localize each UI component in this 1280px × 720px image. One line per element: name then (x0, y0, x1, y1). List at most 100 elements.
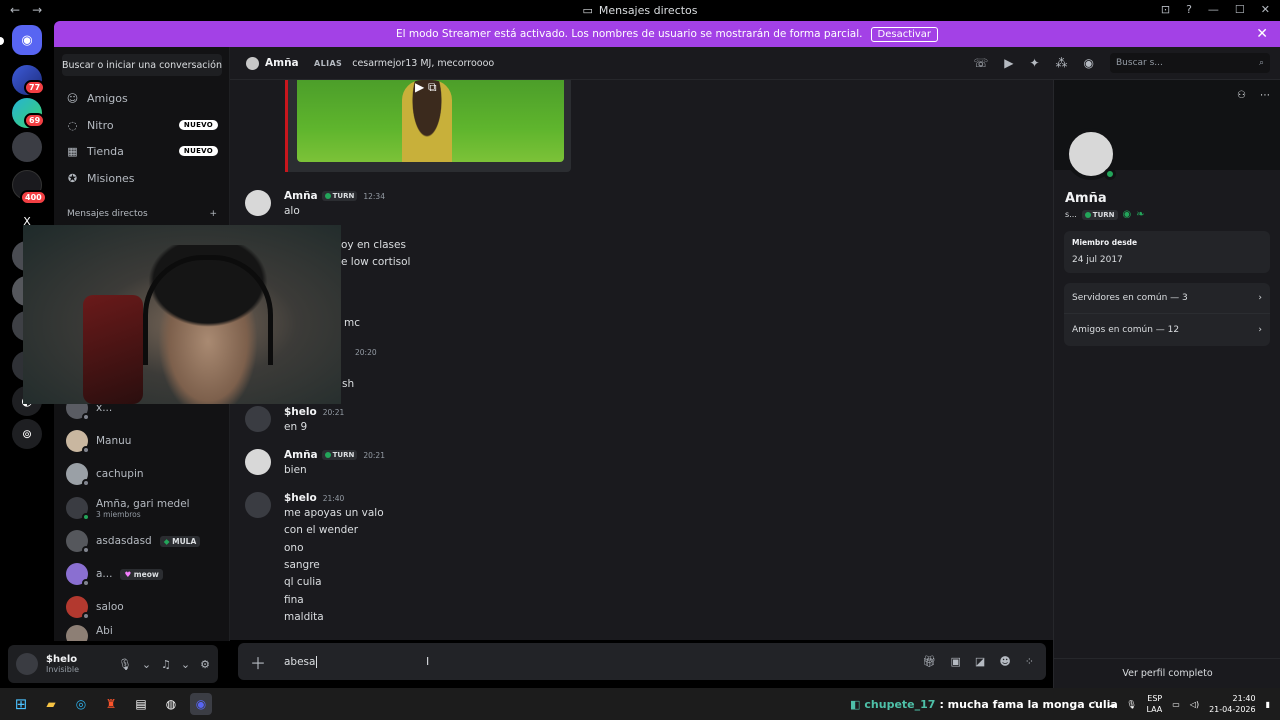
dm-member-count: 3 miembros (96, 509, 141, 519)
edge-browser-icon[interactable]: ◎ (70, 693, 92, 715)
more-options-icon[interactable]: ⋯ (1260, 90, 1270, 101)
settings-gear-icon[interactable]: ⚙ (200, 658, 210, 671)
sidebar-item-label: Amigos (87, 91, 128, 105)
group-avatar (66, 497, 90, 521)
guild-tag: TURN (1081, 209, 1118, 220)
message-composer[interactable]: ＋ abesa I 🎁︎ ▣ ◪ ☻ ⁘ (238, 643, 1046, 680)
brave-browser-icon[interactable]: ♜ (100, 693, 122, 715)
guild-tag: TURN (321, 191, 358, 201)
play-icon[interactable]: ▶ ⧉ (415, 80, 437, 95)
message-text: sh (342, 378, 355, 390)
maximize-button[interactable]: ☐ (1235, 3, 1245, 16)
search-placeholder: Buscar s... (1116, 58, 1163, 68)
user-profile-icon[interactable]: ◉ (1084, 56, 1094, 70)
search-input[interactable]: Buscar s... ⌕ (1110, 53, 1270, 73)
profile-username: s... (1065, 210, 1077, 219)
avatar (66, 530, 90, 554)
headphones-icon[interactable]: ♫ (161, 658, 171, 671)
dm-group-text: Amña, gari medel 3 miembros (96, 498, 190, 519)
emoji-icon[interactable]: ☻ (999, 655, 1010, 668)
notifications-icon[interactable]: ▮ (1266, 700, 1270, 709)
message-author[interactable]: Amña (284, 190, 318, 202)
mutual-servers-row[interactable]: Servidores en común — 3 › (1064, 283, 1270, 313)
taskbar-apps: ⊞ ▰ ◎ ♜ ▤ ◍ ◉ (10, 693, 212, 715)
dm-item-group[interactable]: Amña, gari medel 3 miembros (66, 493, 226, 523)
chevron-down-icon[interactable]: ⌄ (142, 658, 151, 671)
dm-item[interactable]: cachupin (66, 459, 226, 489)
video-call-icon[interactable]: ▶ (1004, 56, 1013, 70)
disable-streamer-button[interactable]: Desactivar (870, 26, 939, 42)
minimize-button[interactable]: — (1208, 3, 1219, 16)
dm-item[interactable]: Manuu (66, 426, 226, 456)
discord-home-icon[interactable]: ◉ (12, 25, 42, 55)
epic-games-icon[interactable]: ▤ (130, 693, 152, 715)
avatar[interactable] (245, 406, 271, 432)
view-full-profile-button[interactable]: Ver perfil completo (1054, 658, 1280, 688)
file-explorer-icon[interactable]: ▰ (40, 693, 62, 715)
avatar[interactable] (245, 492, 271, 518)
user-info[interactable]: $helo Invisible (46, 654, 79, 674)
window-titlebar: ← → ▭ Mensajes directos ⊡ ? — ☐ ✕ (0, 0, 1280, 21)
explore-servers-icon[interactable]: ⊚ (12, 419, 42, 449)
obs-studio-icon[interactable]: ◍ (160, 693, 182, 715)
dm-name: Amña, gari medel (96, 497, 190, 510)
guild-tag-text: MULA (172, 536, 197, 546)
message-list: ▶ ⧉ Amña TURN 12:34 alo oy en clases e l… (230, 80, 1053, 640)
video-thumbnail[interactable]: ▶ ⧉ (297, 80, 564, 162)
mutual-friends-row[interactable]: Amigos en común — 12 › (1064, 313, 1270, 346)
message-author[interactable]: $helo (284, 406, 317, 418)
member-since-label: Miembro desde (1072, 238, 1138, 247)
dm-item[interactable]: asdasdasd ◆ MULA (66, 526, 226, 556)
clock[interactable]: 21:40 21-04-2026 (1209, 693, 1256, 715)
message-author[interactable]: Amña (284, 449, 318, 461)
dm-name: saloo (96, 601, 124, 613)
video-embed[interactable]: ▶ ⧉ (285, 80, 571, 172)
microphone-icon[interactable]: 🎙︎ (118, 658, 132, 671)
server-folder-icon[interactable] (12, 132, 42, 162)
close-banner-icon[interactable]: ✕ (1256, 26, 1268, 42)
add-friends-icon[interactable]: ⁂ (1056, 56, 1068, 70)
windows-start-icon[interactable]: ⊞ (10, 693, 32, 715)
close-window-button[interactable]: ✕ (1261, 3, 1270, 16)
sticker-icon[interactable]: ◪ (975, 655, 985, 668)
pinned-messages-icon[interactable]: ✦ (1029, 56, 1039, 70)
sidebar-item-friends[interactable]: ☺ Amigos (66, 86, 218, 110)
network-icon[interactable]: ▭ (1172, 700, 1180, 709)
dm-name: Abi (96, 625, 113, 637)
message-timestamp: 20:21 (322, 407, 345, 417)
cloud-icon[interactable]: ☁ (1108, 700, 1116, 709)
inbox-tray-icon[interactable]: ⊡ (1161, 3, 1170, 16)
tray-chevron-icon[interactable]: ⌃ (1092, 700, 1099, 709)
dm-item[interactable]: Abi (66, 625, 226, 641)
message-author[interactable]: $helo (284, 492, 317, 504)
sidebar-item-quests[interactable]: ✪ Misiones (66, 166, 218, 190)
gif-icon[interactable]: ▣ (951, 655, 961, 668)
message-text: bien (284, 464, 307, 476)
sidebar-item-nitro[interactable]: ◌ Nitro NUEVO (66, 113, 218, 137)
avatar (66, 596, 90, 620)
message-timestamp: 20:20 (355, 348, 377, 357)
message-input[interactable]: abesa (284, 655, 318, 668)
sidebar-item-shop[interactable]: ▦ Tienda NUEVO (66, 139, 218, 163)
mic-tray-icon[interactable]: 🎙︎ (1126, 700, 1136, 709)
dm-name: Manuu (96, 435, 132, 447)
avatar[interactable] (245, 449, 271, 475)
find-conversation-button[interactable]: Buscar o iniciar una conversación (62, 54, 222, 76)
volume-icon[interactable]: ◁) (1190, 700, 1199, 709)
user-avatar[interactable] (16, 653, 38, 675)
guild-tag: ♥ meow (120, 568, 163, 580)
dm-item[interactable]: a... ♥ meow (66, 559, 226, 589)
help-icon[interactable]: ? (1186, 3, 1192, 16)
dm-item[interactable]: saloo (66, 592, 226, 622)
voice-call-icon[interactable]: ☏ (973, 56, 988, 70)
create-dm-button[interactable]: + (209, 209, 217, 219)
gift-icon[interactable]: 🎁︎ (923, 655, 937, 668)
attach-plus-icon[interactable]: ＋ (250, 650, 266, 674)
discord-taskbar-icon[interactable]: ◉ (190, 693, 212, 715)
apps-icon[interactable]: ⁘ (1025, 655, 1034, 668)
avatar[interactable] (245, 190, 271, 216)
chevron-down-icon[interactable]: ⌄ (181, 658, 190, 671)
input-language[interactable]: ESP LAA (1146, 693, 1162, 715)
message-timestamp: 20:21 (363, 450, 385, 460)
add-friend-icon[interactable]: ⚇ (1237, 90, 1246, 101)
